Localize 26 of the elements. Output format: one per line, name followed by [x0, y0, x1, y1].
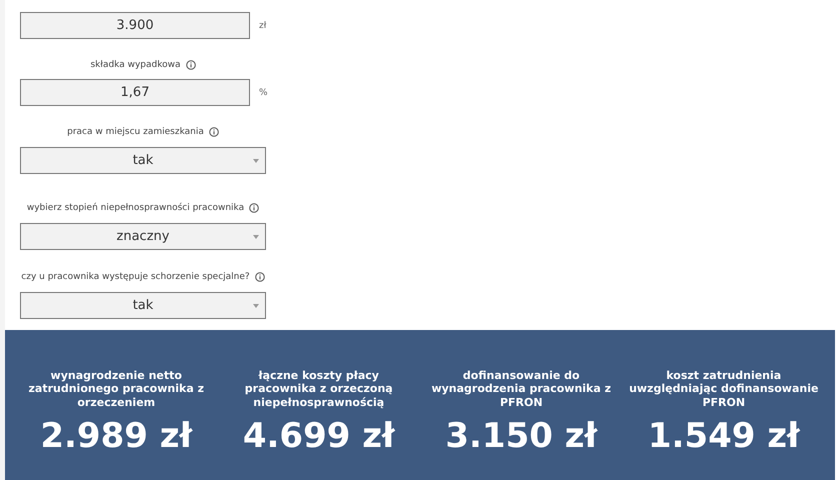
- result-value: 2.989 zł: [40, 416, 192, 456]
- number-input[interactable]: 3.900: [20, 12, 250, 39]
- result-value: 1.549 zł: [648, 416, 800, 456]
- unit-label: %: [259, 88, 268, 98]
- field-label: składka wypadkowa: [90, 60, 181, 70]
- info-icon[interactable]: [249, 203, 260, 213]
- result-label: łączne koszty płacy pracownika z orzeczoną niepełnosprawnością: [244, 368, 394, 410]
- result-value: 4.699 zł: [242, 416, 395, 456]
- result-value: 3.150 zł: [445, 416, 598, 456]
- field-label: praca w miejscu zamieszkania: [67, 127, 204, 137]
- caret-icon: [253, 159, 259, 163]
- field-label: wybierz stopień niepełnosprawności pracownika: [26, 203, 244, 213]
- dropdown[interactable]: tak: [20, 292, 266, 319]
- caret-icon: [253, 235, 259, 239]
- info-icon[interactable]: [186, 60, 196, 70]
- field-label: czy u pracownika występuje schorzenie specjalne?: [21, 272, 250, 282]
- info-icon[interactable]: [254, 272, 265, 282]
- caret-icon: [253, 304, 259, 308]
- info-icon[interactable]: [208, 127, 219, 137]
- result-label: dofinansowanie do wynagrodzenia pracownika z PFRON: [430, 368, 612, 410]
- result-label: koszt zatrudnienia uwzględniając dofinansowanie PFRON: [628, 368, 819, 410]
- number-input[interactable]: 1,67: [20, 79, 250, 106]
- unit-label: zł: [259, 20, 266, 30]
- dropdown[interactable]: tak: [20, 147, 266, 174]
- result-label: wynagrodzenie netto zatrudnionego pracownika z orzeczeniem: [28, 368, 205, 410]
- dropdown[interactable]: znaczny: [20, 223, 266, 250]
